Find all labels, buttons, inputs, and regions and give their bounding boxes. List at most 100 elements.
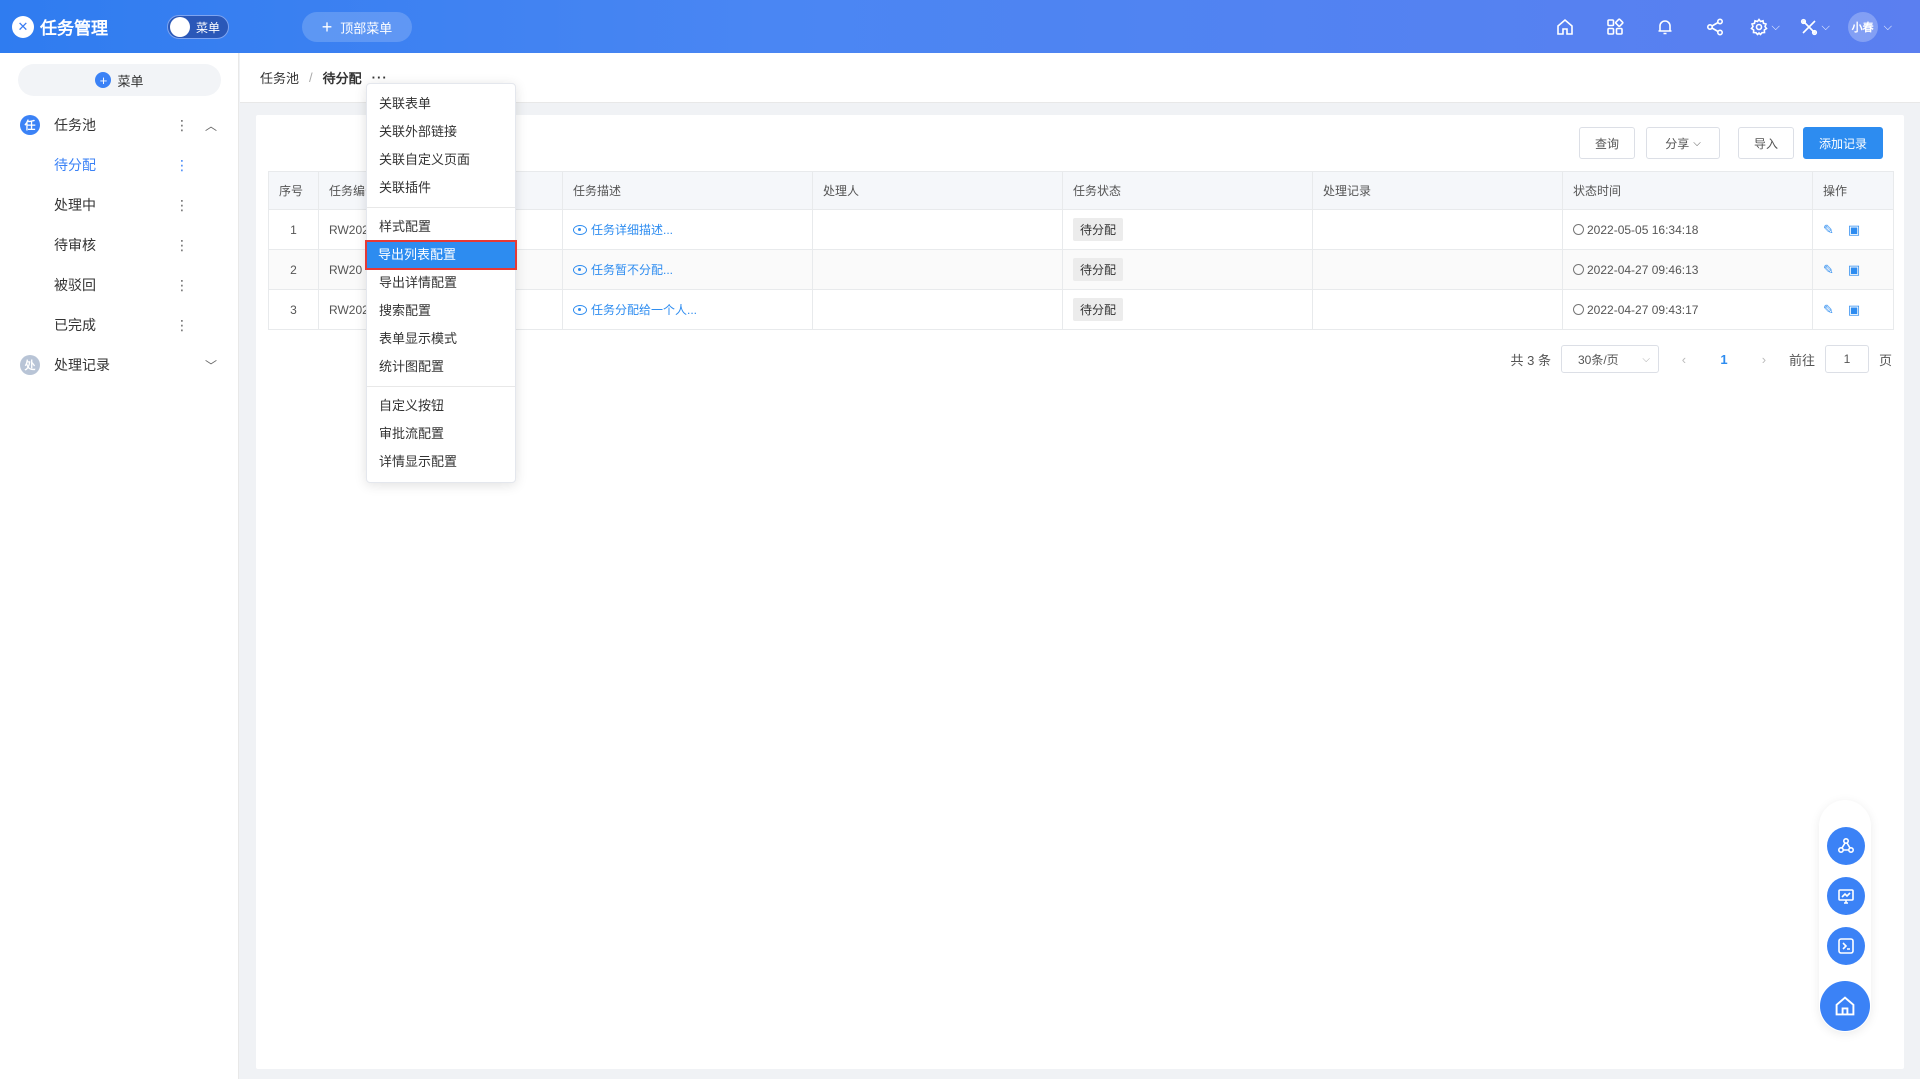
process-record [1312, 249, 1563, 290]
more-vertical-icon[interactable]: ⋮ [175, 237, 189, 254]
menu-item-link-plugin[interactable]: 关联插件 [367, 174, 515, 202]
menu-item-export-detail-config[interactable]: 导出详情配置 [367, 269, 515, 297]
eye-icon [573, 304, 587, 315]
page-suffix: 页 [1878, 352, 1892, 368]
dashboard-icon[interactable] [1827, 877, 1865, 915]
more-vertical-icon[interactable]: ⋮ [175, 117, 189, 134]
column-header: 处理记录 [1312, 171, 1563, 210]
description-link[interactable]: 任务暂不分配... [591, 261, 673, 278]
bell-icon[interactable] [1640, 12, 1690, 42]
apps-icon[interactable] [1590, 12, 1640, 42]
sidebar-item-label: 被驳回 [54, 277, 96, 293]
sidebar-group-task-pool[interactable]: 任 任务池 ⋮ ︿ [0, 105, 239, 145]
menu-item-link-external[interactable]: 关联外部链接 [367, 118, 515, 146]
edit-icon[interactable]: ✎ [1823, 302, 1834, 317]
sidebar-item-pending-assign[interactable]: 待分配 ⋮ [0, 145, 239, 185]
menu-item-chart-config[interactable]: 统计图配置 [367, 353, 515, 381]
sidebar-item-rejected[interactable]: 被驳回 ⋮ [0, 265, 239, 305]
chevron-down-icon: ⌵ [1771, 20, 1780, 33]
sidebar-group-process-records[interactable]: 处 处理记录 ﹀ [0, 345, 239, 385]
terminal-icon[interactable] [1827, 927, 1865, 965]
detail-icon[interactable]: ▣ [1848, 222, 1860, 237]
status-badge: 待分配 [1073, 298, 1124, 321]
sidebar-item-pending-review[interactable]: 待审核 ⋮ [0, 225, 239, 265]
group-avatar-icon: 处 [20, 355, 40, 375]
status-time: 2022-04-27 09:46:13 [1562, 249, 1813, 290]
edit-icon[interactable]: ✎ [1823, 222, 1834, 237]
page-size-select[interactable]: 30条/页 ⌵ [1560, 345, 1659, 373]
sidebar-item-processing[interactable]: 处理中 ⋮ [0, 185, 239, 225]
prev-page-icon[interactable]: ‹ [1669, 352, 1699, 367]
task-description[interactable]: 任务分配给一个人... [562, 289, 813, 330]
detail-icon[interactable]: ▣ [1848, 262, 1860, 277]
share-button[interactable]: 分享 ⌵ [1646, 127, 1720, 159]
column-header: 处理人 [812, 171, 1063, 210]
app-logo[interactable]: ✕ 任务管理 [12, 14, 108, 39]
add-record-button[interactable]: 添加记录 [1803, 127, 1883, 159]
goto-page-input[interactable]: 1 [1824, 345, 1869, 373]
sidebar-group-label: 处理记录 [54, 357, 110, 373]
column-header: 任务描述 [562, 171, 813, 210]
clock-icon [1573, 303, 1584, 315]
sidebar-menu-button[interactable]: + 菜单 [18, 64, 221, 96]
page-number[interactable]: 1 [1709, 352, 1739, 367]
tools-icon[interactable]: ⌵ [1790, 12, 1840, 42]
sidebar-item-label: 已完成 [54, 317, 96, 333]
menu-item-detail-display-config[interactable]: 详情显示配置 [367, 448, 515, 476]
menu-item-custom-button[interactable]: 自定义按钮 [367, 392, 515, 420]
settings-icon[interactable]: ⌵ [1740, 12, 1790, 42]
chevron-up-icon[interactable]: ︿ [205, 117, 217, 134]
sidebar-item-completed[interactable]: 已完成 ⋮ [0, 305, 239, 345]
chevron-down-icon[interactable]: ﹀ [205, 357, 217, 374]
description-link[interactable]: 任务分配给一个人... [591, 301, 697, 318]
more-vertical-icon[interactable]: ⋮ [175, 197, 189, 214]
description-link[interactable]: 任务详细描述... [591, 221, 673, 238]
status-time-value: 2022-05-05 16:34:18 [1587, 222, 1699, 237]
share-button-label: 分享 [1665, 136, 1690, 151]
menu-item-search-config[interactable]: 搜索配置 [367, 297, 515, 325]
detail-icon[interactable]: ▣ [1848, 302, 1860, 317]
config-dropdown-menu: 关联表单 关联外部链接 关联自定义页面 关联插件 样式配置 导出列表配置 导出详… [365, 83, 517, 483]
share-icon[interactable] [1690, 12, 1740, 42]
top-menu-label: 顶部菜单 [340, 20, 393, 36]
status-badge: 待分配 [1073, 258, 1124, 281]
menu-toggle-switch[interactable]: 菜单 [167, 15, 229, 39]
pagination-total: 共 3 条 [1510, 352, 1551, 368]
column-header: 序号 [268, 171, 319, 210]
next-page-icon[interactable]: › [1749, 352, 1779, 367]
app-title: 任务管理 [40, 19, 108, 38]
column-header: 任务状态 [1062, 171, 1313, 210]
eye-icon [573, 264, 587, 275]
task-description[interactable]: 任务详细描述... [562, 209, 813, 250]
top-menu-button[interactable]: + 顶部菜单 [302, 12, 412, 42]
menu-item-link-custom-page[interactable]: 关联自定义页面 [367, 146, 515, 174]
sidebar-item-label: 待分配 [54, 157, 96, 173]
more-vertical-icon[interactable]: ⋮ [175, 277, 189, 294]
breadcrumb-root[interactable]: 任务池 [260, 68, 299, 87]
user-menu[interactable]: 小春 ⌵ [1847, 12, 1892, 42]
import-button[interactable]: 导入 [1738, 127, 1794, 159]
floating-toolbar [1819, 800, 1871, 1032]
row-index: 1 [268, 209, 319, 250]
status-time: 2022-05-05 16:34:18 [1562, 209, 1813, 250]
query-button[interactable]: 查询 [1579, 127, 1635, 159]
task-description[interactable]: 任务暂不分配... [562, 249, 813, 290]
column-header: 状态时间 [1562, 171, 1813, 210]
status-cell: 待分配 [1062, 209, 1313, 250]
page-size-value: 30条/页 [1577, 352, 1619, 367]
more-vertical-icon[interactable]: ⋮ [175, 317, 189, 334]
more-vertical-icon[interactable]: ⋮ [175, 157, 189, 174]
menu-item-style-config[interactable]: 样式配置 [367, 213, 515, 241]
menu-item-form-display-mode[interactable]: 表单显示模式 [367, 325, 515, 353]
workflow-icon[interactable] [1827, 827, 1865, 865]
group-avatar-icon: 任 [20, 115, 40, 135]
home-building-icon[interactable] [1820, 981, 1870, 1031]
row-actions: ✎ ▣ [1812, 249, 1894, 290]
status-cell: 待分配 [1062, 249, 1313, 290]
menu-item-export-list-config[interactable]: 导出列表配置 [365, 240, 517, 270]
menu-item-approval-flow-config[interactable]: 审批流配置 [367, 420, 515, 448]
menu-item-link-form[interactable]: 关联表单 [367, 90, 515, 118]
home-icon[interactable] [1540, 12, 1590, 42]
sidebar-item-label: 待审核 [54, 237, 96, 253]
edit-icon[interactable]: ✎ [1823, 262, 1834, 277]
